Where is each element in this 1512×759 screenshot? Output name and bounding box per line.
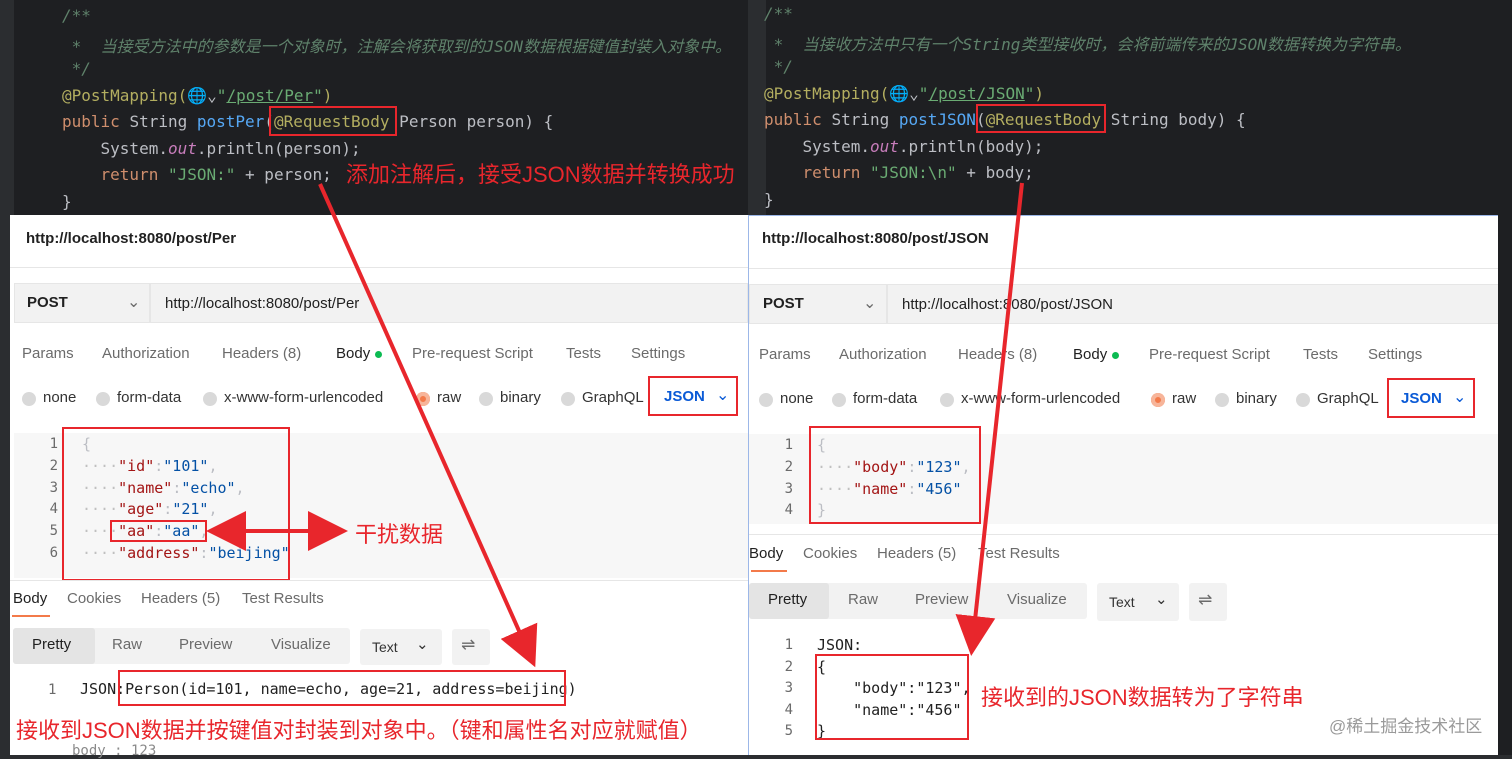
- arrow-to-string-response: [955, 182, 1024, 656]
- annotation-arrows: [206, 182, 1024, 668]
- arrow-to-response: [318, 183, 538, 668]
